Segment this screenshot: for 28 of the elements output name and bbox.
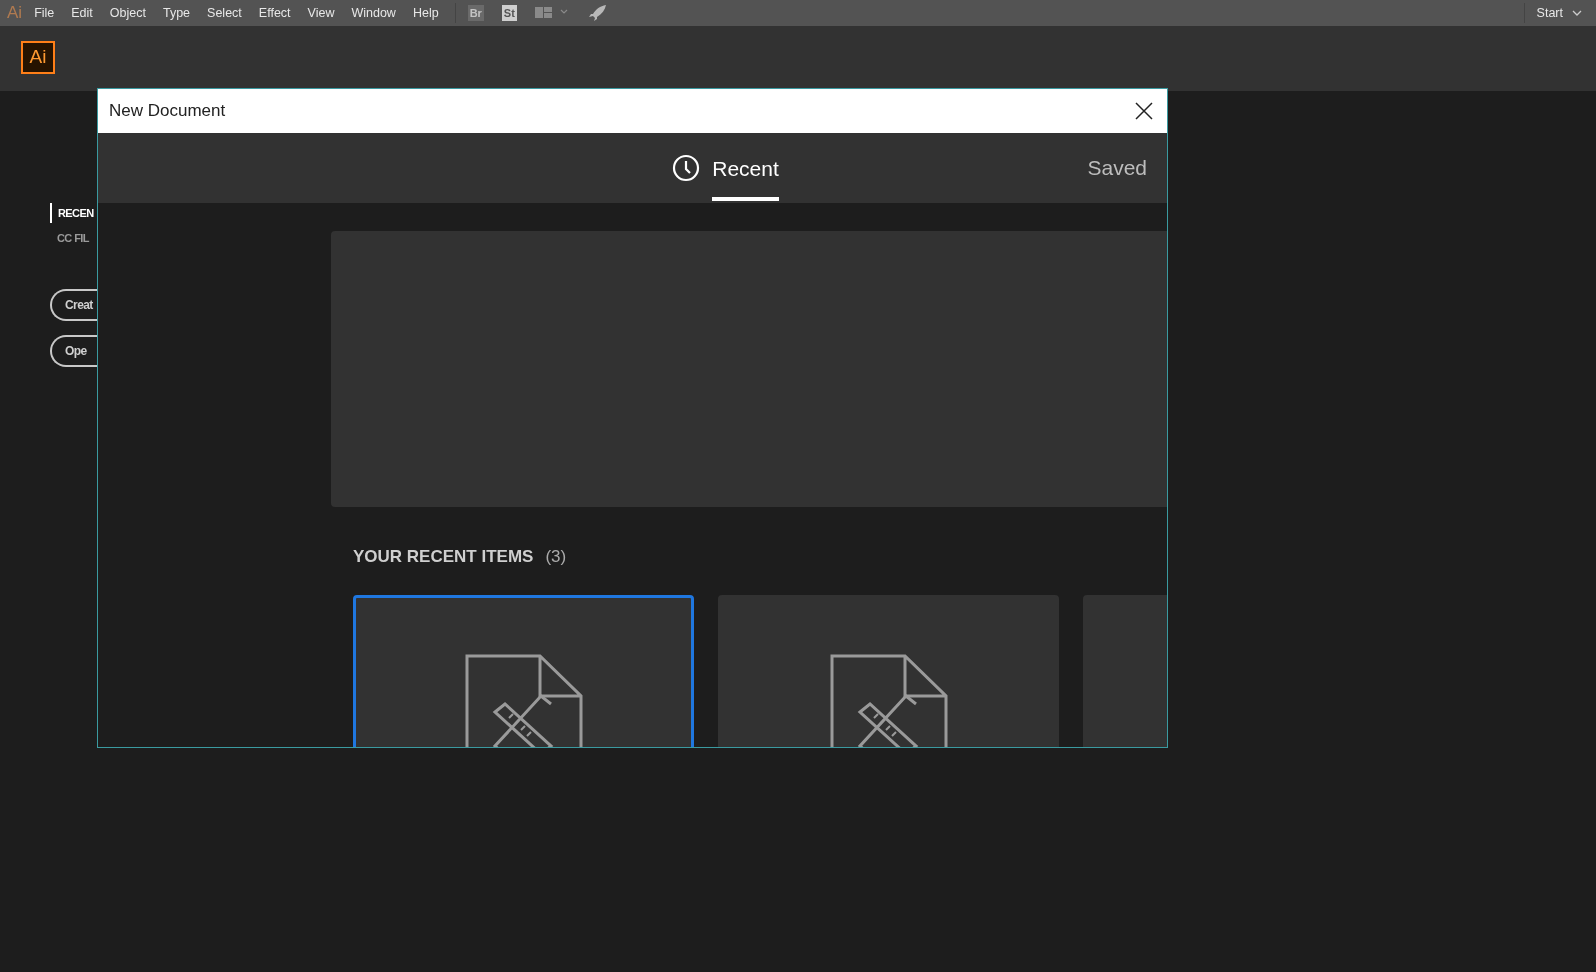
rocket-icon[interactable] [588,5,607,21]
document-icon [464,654,583,747]
menu-item[interactable]: View [307,6,335,20]
section-heading: YOUR RECENT ITEMS [353,547,534,567]
tab[interactable]: Saved [1087,133,1147,203]
nav-item[interactable]: CC FIL [50,228,89,248]
menu-item[interactable]: Window [351,6,396,20]
menu-item[interactable]: Select [207,6,242,20]
close-icon[interactable] [1135,102,1153,120]
nav-item[interactable]: RECEN [50,203,94,223]
chevron-down-icon [1572,10,1582,16]
menu-item[interactable]: Edit [71,6,93,20]
menu-item[interactable]: File [34,6,55,20]
app-logo: Ai [21,40,55,74]
tab[interactable]: Recent [672,133,779,203]
menu-item[interactable]: Object [109,6,146,20]
app-logo: Ai [7,3,23,23]
menu-item[interactable]: Effect [258,6,291,20]
clock-icon [672,154,701,182]
document-icon [829,654,948,747]
menu-item[interactable]: Type [162,6,191,20]
stock-button[interactable]: St [501,5,517,21]
menu-item[interactable]: Help [412,6,439,20]
recent-item-card[interactable] [353,595,694,747]
item-count: (3) [545,547,567,567]
recent-item-card[interactable] [718,595,1059,747]
workspace-switcher[interactable]: Start [1536,6,1582,20]
dialog-title: New Document [109,101,226,121]
